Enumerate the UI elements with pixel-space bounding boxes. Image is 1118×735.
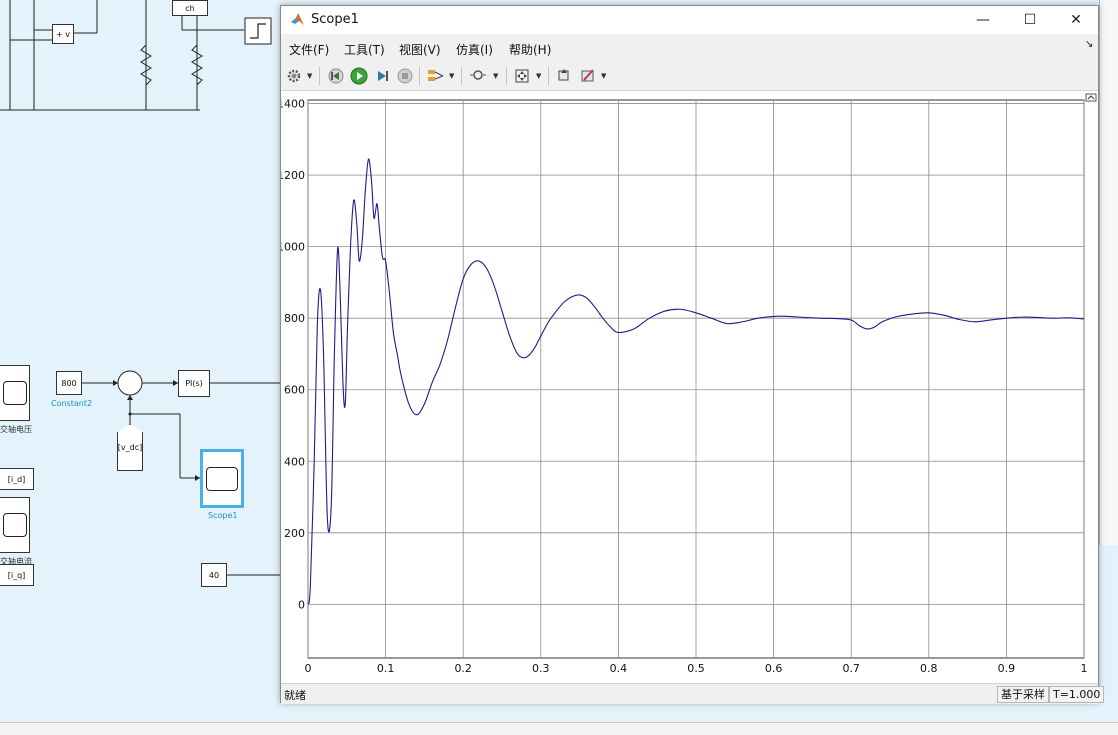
gear-dropdown-icon[interactable]: ▼ <box>307 72 312 80</box>
pi-controller-block[interactable]: PI(s) <box>178 370 210 397</box>
toolbar-separator <box>548 67 549 85</box>
y-tick-label: 1400 <box>281 98 305 111</box>
menu-help[interactable]: 帮助(H) <box>509 41 551 58</box>
scope1-block[interactable] <box>200 449 244 508</box>
scope-screen-icon <box>206 466 238 491</box>
title-bar[interactable]: Scope1 — ☐ ✕ <box>281 6 1098 34</box>
style-icon[interactable] <box>578 66 598 86</box>
y-tick-label: 400 <box>284 455 305 468</box>
signal-dropdown-icon[interactable]: ▼ <box>449 72 454 80</box>
maximize-icon: ☐ <box>1023 12 1037 28</box>
toolbar-separator <box>419 67 420 85</box>
x-tick-label: 0.7 <box>842 662 860 675</box>
x-tick-label: 0.4 <box>610 662 628 675</box>
display-scope-voltage[interactable] <box>0 365 30 421</box>
constant2-label: Constant2 <box>51 399 93 408</box>
simulation-time: T=1.000 <box>1049 686 1105 703</box>
tag-text: [i_d] <box>7 474 26 484</box>
status-state: 就绪 <box>284 689 306 702</box>
stop-icon[interactable] <box>395 66 415 86</box>
x-tick-label: 0.5 <box>687 662 705 675</box>
pi-text: PI(s) <box>185 379 203 388</box>
y-tick-label: 800 <box>284 312 305 325</box>
scope-screen-icon <box>2 513 27 537</box>
signal-select-icon[interactable] <box>426 66 446 86</box>
constant2-block[interactable]: 800 <box>56 371 82 395</box>
sampling-mode: 基于采样 <box>997 686 1049 703</box>
run-icon[interactable] <box>349 66 369 86</box>
plot-area[interactable]: 0 0.1 0.2 0.3 0.4 0.5 0.6 0.7 0.8 0.9 1 0 200 400 600 8… <box>277 91 1098 683</box>
x-tick-label: 0.1 <box>377 662 395 675</box>
status-bar: 就绪 基于采样 T=1.000 <box>281 683 1105 704</box>
menu-view[interactable]: 视图(V) <box>399 41 441 58</box>
menu-file[interactable]: 文件(F) <box>289 41 329 58</box>
menu-simulation[interactable]: 仿真(I) <box>456 41 493 58</box>
maximize-button[interactable]: ☐ <box>1007 6 1053 34</box>
window-title: Scope1 <box>311 12 359 27</box>
step-forward-icon[interactable] <box>372 66 392 86</box>
fit-dropdown-icon[interactable]: ▼ <box>536 72 541 80</box>
scope-window[interactable]: Scope1 — ☐ ✕ 文件(F) 工具(T) 视图(V) 仿真(I) 帮助(… <box>277 5 1105 704</box>
x-tick-label: 0.6 <box>765 662 783 675</box>
gear-icon[interactable] <box>284 66 304 86</box>
x-tick-label: 0.2 <box>454 662 472 675</box>
toolbar-separator <box>319 67 320 85</box>
y-tick-label: 200 <box>284 527 305 540</box>
toolbar-separator <box>461 67 462 85</box>
minimize-icon: — <box>976 12 990 28</box>
x-tick-label: 0.3 <box>532 662 550 675</box>
right-panel-edge <box>1099 0 1118 545</box>
cursor-icon[interactable] <box>554 66 574 86</box>
from-iq-block[interactable]: [i_q] <box>0 564 34 586</box>
tag-text: [i_q] <box>7 570 26 580</box>
undock-arrow-icon[interactable]: ↘ <box>1085 39 1093 50</box>
scope-screen-icon <box>2 381 27 405</box>
y-tick-label: 1200 <box>281 169 305 182</box>
style-dropdown-icon[interactable]: ▼ <box>601 72 606 80</box>
axes-toggle-button <box>1085 93 1097 102</box>
toolbar: ▼ ▼ ▼ ▼ ▼ <box>281 62 1098 91</box>
close-button[interactable]: ✕ <box>1053 6 1099 34</box>
constant-value: 800 <box>61 378 77 388</box>
constant-value: 40 <box>208 570 220 580</box>
x-tick-label: 0 <box>305 662 312 675</box>
constant-40-block[interactable]: 40 <box>201 563 227 587</box>
block-text: ch <box>185 3 195 13</box>
voltage-label: 交轴电压 <box>0 425 32 434</box>
from-vdc-text: [v_dc] <box>117 443 143 452</box>
model-status-bar <box>0 722 1118 735</box>
x-tick-label: 0.8 <box>920 662 938 675</box>
fit-axes-icon[interactable] <box>512 66 532 86</box>
voltage-measurement-block[interactable]: + v <box>52 24 74 44</box>
step-back-icon[interactable] <box>326 66 346 86</box>
y-tick-label: 600 <box>284 384 305 397</box>
y-tick-label: 1000 <box>281 241 305 254</box>
menu-tools[interactable]: 工具(T) <box>344 41 385 58</box>
menu-bar: 文件(F) 工具(T) 视图(V) 仿真(I) 帮助(H) ↘ <box>281 36 1098 60</box>
from-vdc-block[interactable]: [v_dc] <box>117 424 143 471</box>
zoom-dropdown-icon[interactable]: ▼ <box>493 72 498 80</box>
display-scope-current[interactable] <box>0 497 30 553</box>
matlab-logo-icon <box>291 13 304 25</box>
minimize-button[interactable]: — <box>960 6 1006 34</box>
zoom-icon[interactable] <box>468 66 488 86</box>
close-icon: ✕ <box>1070 12 1082 28</box>
from-id-block[interactable]: [i_d] <box>0 468 34 490</box>
x-tick-label: 0.9 <box>998 662 1016 675</box>
y-tick-label: 0 <box>298 598 305 611</box>
block-text: + v <box>56 29 70 39</box>
measurement-block[interactable]: ch <box>172 0 208 16</box>
x-tick-label: 1 <box>1081 662 1088 675</box>
scope-chart[interactable]: 0 0.1 0.2 0.3 0.4 0.5 0.6 0.7 0.8 0.9 1 0 200 400 600 8… <box>277 91 1098 683</box>
toolbar-separator <box>506 67 507 85</box>
scope1-label: Scope1 <box>208 511 238 520</box>
